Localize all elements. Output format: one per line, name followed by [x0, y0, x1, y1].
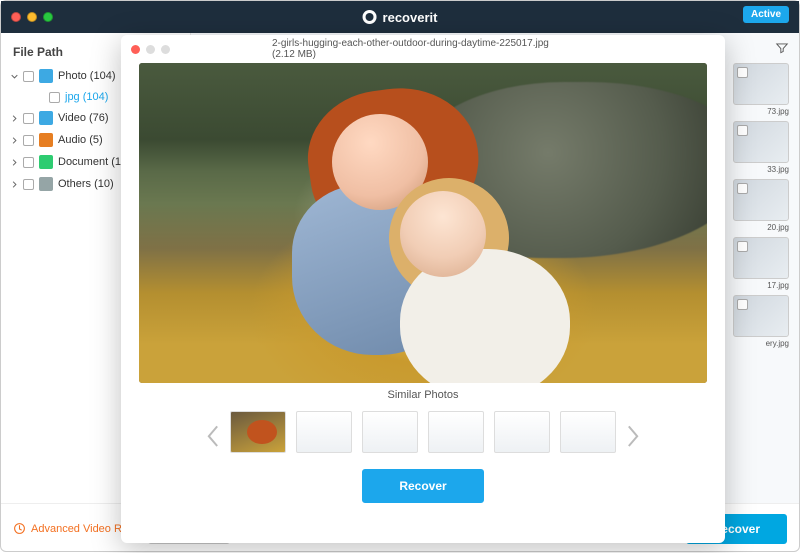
close-icon[interactable]	[11, 12, 21, 22]
tree-label: Photo (104)	[58, 70, 115, 82]
list-item[interactable]: 17.jpg	[733, 237, 789, 290]
chevron-down-icon[interactable]	[11, 73, 18, 80]
audio-icon	[39, 133, 53, 147]
similar-photos-strip	[139, 405, 707, 459]
tree-label: Audio (5)	[58, 134, 103, 146]
tree-label: Others (10)	[58, 178, 114, 190]
minimize-icon[interactable]	[146, 45, 155, 54]
modal-title: 2-girls-hugging-each-other-outdoor-durin…	[272, 38, 574, 60]
tree-label: Video (76)	[58, 112, 109, 124]
close-icon[interactable]	[131, 45, 140, 54]
preview-modal: 2-girls-hugging-each-other-outdoor-durin…	[121, 35, 725, 543]
filter-icon[interactable]	[775, 41, 789, 60]
maximize-icon[interactable]	[43, 12, 53, 22]
thumbnail-column: 73.jpg 33.jpg 20.jpg 17.jpg ery.jpg	[733, 63, 789, 348]
similar-thumb[interactable]	[560, 411, 616, 453]
similar-thumb[interactable]	[296, 411, 352, 453]
list-item[interactable]: 33.jpg	[733, 121, 789, 174]
list-item[interactable]: 73.jpg	[733, 63, 789, 116]
checkbox[interactable]	[23, 71, 34, 82]
brand: recoverit	[363, 10, 438, 25]
preview-image	[139, 63, 707, 383]
checkbox[interactable]	[23, 179, 34, 190]
maximize-icon[interactable]	[161, 45, 170, 54]
similar-thumb[interactable]	[230, 411, 286, 453]
chevron-right-icon[interactable]	[11, 115, 18, 122]
checkbox[interactable]	[49, 92, 60, 103]
chevron-right-icon[interactable]	[626, 425, 640, 439]
active-badge[interactable]: Active	[743, 6, 789, 23]
advanced-video-recovery-link[interactable]: Advanced Video Rec	[13, 522, 134, 535]
list-item[interactable]: ery.jpg	[733, 295, 789, 348]
similar-thumb[interactable]	[362, 411, 418, 453]
checkbox[interactable]	[23, 157, 34, 168]
similar-thumb[interactable]	[428, 411, 484, 453]
brand-text: recoverit	[383, 10, 438, 25]
titlebar: recoverit Active	[1, 1, 799, 33]
list-item[interactable]: 20.jpg	[733, 179, 789, 232]
similar-photos-label: Similar Photos	[139, 383, 707, 405]
document-icon	[39, 155, 53, 169]
video-icon	[39, 111, 53, 125]
chevron-left-icon[interactable]	[206, 425, 220, 439]
chevron-right-icon[interactable]	[11, 159, 18, 166]
minimize-icon[interactable]	[27, 12, 37, 22]
checkbox[interactable]	[23, 113, 34, 124]
modal-header: 2-girls-hugging-each-other-outdoor-durin…	[121, 35, 725, 63]
window-controls	[11, 12, 53, 22]
modal-recover-button[interactable]: Recover	[362, 469, 483, 503]
others-icon	[39, 177, 53, 191]
chevron-right-icon[interactable]	[11, 137, 18, 144]
checkbox[interactable]	[23, 135, 34, 146]
tree-label: Document (10)	[58, 156, 131, 168]
chevron-right-icon[interactable]	[11, 181, 18, 188]
brand-logo-icon	[363, 10, 377, 24]
similar-thumb[interactable]	[494, 411, 550, 453]
tree-label: jpg (104)	[65, 91, 108, 103]
photo-icon	[39, 69, 53, 83]
